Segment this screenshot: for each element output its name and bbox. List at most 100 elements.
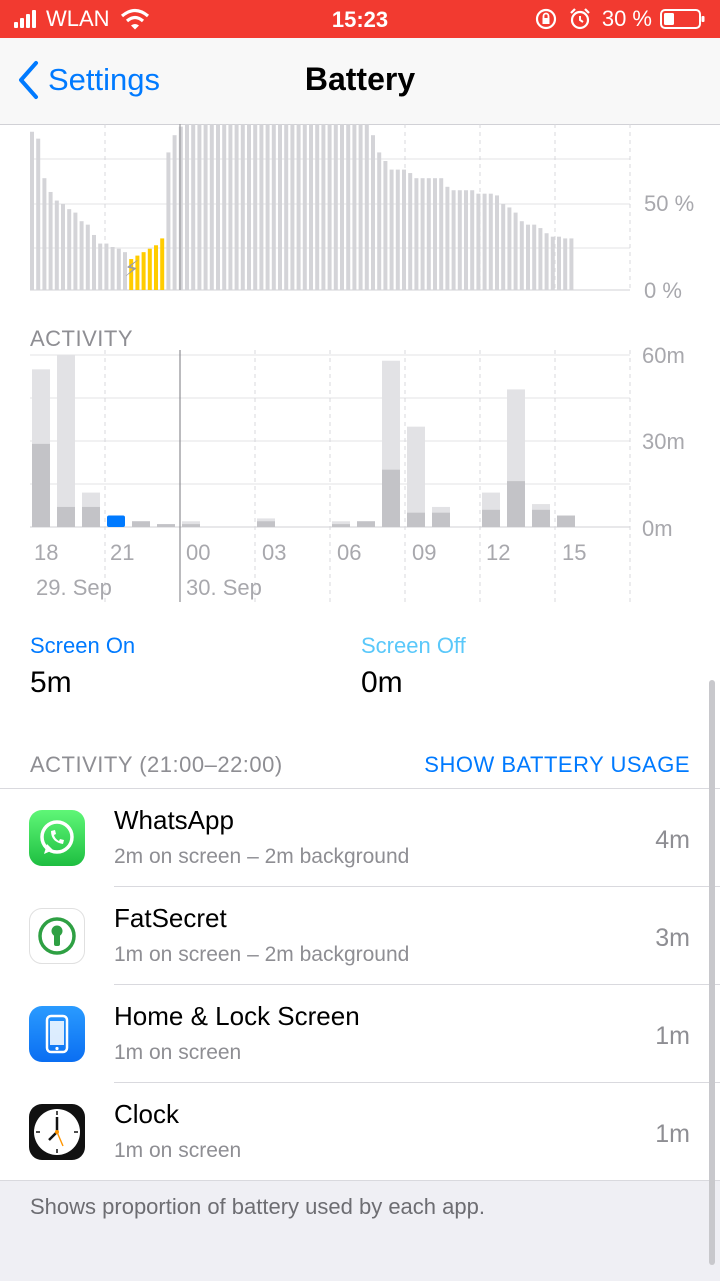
x-tick-03: 03	[262, 540, 287, 565]
battery-bar	[346, 124, 351, 290]
battery-bar	[327, 124, 332, 290]
battery-bar	[234, 124, 239, 290]
battery-bar	[166, 152, 171, 290]
battery-bar	[253, 124, 258, 290]
battery-bar	[445, 186, 450, 290]
battery-bar	[278, 124, 282, 290]
battery-bar	[147, 248, 152, 290]
battery-bar	[557, 236, 561, 290]
battery-bar	[482, 193, 487, 290]
app-time: 4m	[655, 826, 690, 854]
battery-bar	[488, 193, 493, 290]
battery-bar	[302, 124, 307, 290]
battery-bar	[73, 212, 78, 290]
activity-y-tick-30: 30m	[642, 429, 685, 454]
app-row-whatsapp[interactable]: WhatsApp 2m on screen – 2m background 4m	[0, 789, 720, 887]
whatsapp-icon	[29, 810, 85, 866]
date-label-29-sep: 29. Sep	[36, 575, 112, 600]
app-time: 1m	[655, 1022, 690, 1050]
app-row-home-lock-screen[interactable]: Home & Lock Screen 1m on screen 1m	[0, 985, 720, 1083]
battery-bar	[85, 224, 90, 290]
battery-bar	[358, 124, 363, 290]
app-row-fatsecret[interactable]: FatSecret 1m on screen – 2m background 3…	[0, 887, 720, 985]
battery-bar	[439, 178, 444, 290]
battery-bar	[141, 252, 146, 290]
activity-bar-total	[407, 426, 425, 527]
battery-bar	[476, 193, 481, 290]
app-time: 3m	[655, 924, 690, 952]
battery-level-chart: ⚡	[30, 124, 631, 291]
battery-bar	[426, 178, 431, 290]
screen-off-value: 0m	[361, 666, 403, 699]
clock-icon	[29, 1104, 85, 1160]
activity-bar-screen-on	[507, 481, 525, 527]
battery-bar	[216, 124, 220, 290]
battery-bar	[222, 124, 227, 290]
battery-bar	[110, 247, 115, 290]
battery-bar	[420, 178, 425, 290]
battery-y-tick-50: 50 %	[644, 191, 695, 216]
activity-y-tick-0: 0m	[642, 516, 673, 541]
battery-bar	[513, 212, 518, 290]
battery-bar	[271, 124, 276, 290]
home-lock-screen-icon	[29, 1006, 85, 1062]
battery-bar	[197, 124, 202, 290]
activity-bar-screen-on	[257, 521, 275, 527]
battery-bar	[538, 228, 543, 290]
activity-bar-screen-on	[57, 506, 75, 527]
show-battery-usage-button[interactable]: SHOW BATTERY USAGE	[424, 752, 690, 778]
x-tick-09: 09	[412, 540, 437, 565]
battery-bar	[98, 243, 103, 290]
battery-percent: 30 %	[601, 6, 652, 31]
battery-bar	[61, 204, 65, 290]
app-name: Clock	[114, 1099, 180, 1129]
app-detail: 1m on screen	[114, 1041, 242, 1064]
app-detail: 2m on screen – 2m background	[114, 845, 410, 868]
app-row-clock[interactable]: Clock 1m on screen 1m	[0, 1083, 720, 1181]
battery-bar	[228, 124, 233, 290]
app-time: 1m	[655, 1120, 690, 1148]
battery-bar	[315, 124, 320, 290]
screen-on-value: 5m	[30, 666, 72, 699]
battery-bar	[470, 190, 475, 290]
footer: Shows proportion of battery used by each…	[0, 1180, 720, 1281]
battery-bar	[240, 124, 245, 290]
battery-bar	[104, 243, 109, 290]
battery-bar	[457, 190, 462, 290]
battery-bar	[30, 131, 34, 290]
battery-bar	[290, 124, 295, 290]
battery-bar	[526, 224, 530, 290]
app-name: WhatsApp	[114, 805, 234, 835]
charging-bolt-icon: ⚡	[124, 257, 139, 282]
activity-list-header: ACTIVITY (21:00–22:00)	[30, 752, 283, 777]
battery-bar	[495, 195, 499, 290]
x-tick-18: 18	[34, 540, 59, 565]
battery-bar	[377, 152, 382, 290]
battery-bar	[203, 124, 208, 290]
activity-bar-screen-on	[157, 524, 175, 527]
battery-bar	[321, 124, 326, 290]
battery-bar	[265, 124, 270, 290]
battery-bar	[209, 124, 214, 290]
battery-bar	[296, 124, 301, 290]
battery-y-tick-0: 0 %	[644, 278, 682, 303]
battery-bar	[371, 135, 375, 290]
activity-bar-screen-on	[432, 512, 450, 527]
battery-bar	[569, 238, 574, 290]
battery-bar	[408, 173, 413, 290]
alarm-icon	[570, 8, 590, 30]
battery-bar	[172, 135, 177, 290]
battery-bar	[519, 221, 524, 290]
battery-bar	[451, 190, 456, 290]
x-tick-00: 00	[186, 540, 211, 565]
battery-bar	[36, 138, 41, 290]
footer-text: Shows proportion of battery used by each…	[30, 1194, 485, 1219]
battery-bar	[507, 207, 512, 290]
battery-bar	[309, 124, 313, 290]
battery-bar	[333, 124, 338, 290]
scroll-indicator[interactable]	[709, 680, 715, 1265]
battery-bar	[414, 178, 419, 290]
activity-bar-screen-on	[482, 509, 500, 527]
status-right: 30 %	[534, 6, 706, 32]
battery-bar	[116, 248, 121, 290]
